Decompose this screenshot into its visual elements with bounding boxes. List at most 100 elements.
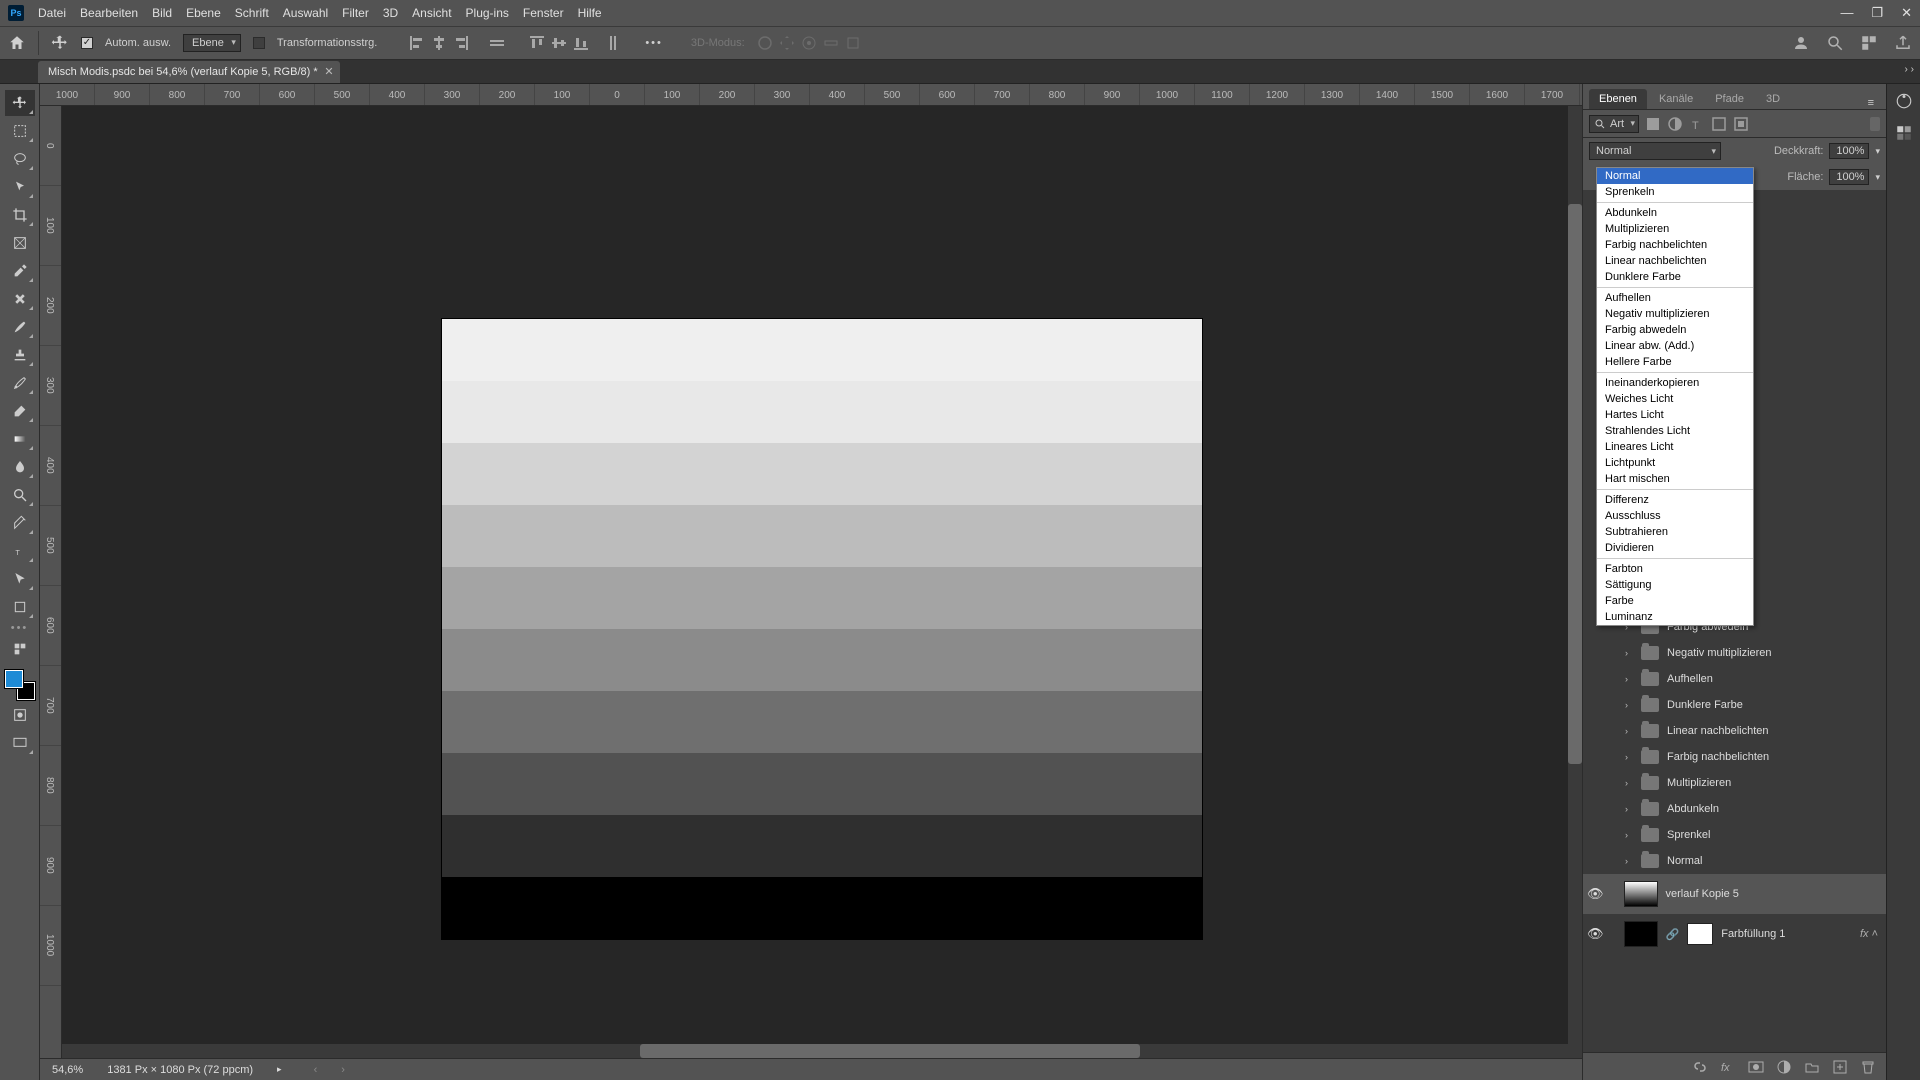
layer-thumbnail[interactable] (1624, 881, 1658, 907)
status-arrow[interactable]: ▸ (277, 1064, 282, 1075)
blend-mode-option[interactable]: Dividieren (1597, 540, 1753, 556)
shape-tool[interactable] (5, 594, 35, 620)
blend-mode-option[interactable]: Farbe (1597, 593, 1753, 609)
blend-mode-option[interactable]: Hellere Farbe (1597, 354, 1753, 370)
pen-tool[interactable] (5, 510, 35, 536)
align-center-h-icon[interactable] (431, 35, 447, 51)
tab-paths[interactable]: Pfade (1705, 89, 1754, 109)
opacity-arrow[interactable]: ▾ (1875, 146, 1880, 157)
expand-panels-icon[interactable]: › › (1905, 64, 1914, 75)
blend-mode-option[interactable]: Normal (1597, 168, 1753, 184)
fx-icon[interactable]: fx (1720, 1059, 1736, 1075)
healing-tool[interactable] (5, 286, 35, 312)
layer-folder[interactable]: ›Sprenkel (1583, 822, 1886, 848)
blend-mode-option[interactable]: Sättigung (1597, 577, 1753, 593)
layer-folder[interactable]: ›Dunklere Farbe (1583, 692, 1886, 718)
menu-layer[interactable]: Ebene (186, 6, 221, 20)
doc-dimensions[interactable]: 1381 Px × 1080 Px (72 ppcm) (107, 1064, 253, 1076)
blend-mode-option[interactable]: Differenz (1597, 492, 1753, 508)
scrollbar-horizontal-thumb[interactable] (640, 1044, 1140, 1058)
menu-view[interactable]: Ansicht (412, 6, 451, 20)
layer-folder[interactable]: ›Abdunkeln (1583, 796, 1886, 822)
menu-plugins[interactable]: Plug-ins (466, 6, 509, 20)
mask-icon[interactable] (1748, 1059, 1764, 1075)
status-prev[interactable]: ‹ (314, 1064, 318, 1076)
layer-mask[interactable] (1687, 923, 1713, 945)
scrollbar-vertical-thumb[interactable] (1568, 204, 1582, 764)
menu-window[interactable]: Fenster (523, 6, 564, 20)
share-icon[interactable] (1894, 34, 1912, 52)
filter-smart-icon[interactable] (1733, 116, 1749, 132)
tab-layers[interactable]: Ebenen (1589, 89, 1647, 109)
menu-image[interactable]: Bild (152, 6, 172, 20)
blend-mode-option[interactable]: Ausschluss (1597, 508, 1753, 524)
restore-button[interactable]: ❐ (1871, 5, 1883, 21)
blend-mode-option[interactable]: Dunklere Farbe (1597, 269, 1753, 285)
blend-mode-option[interactable]: Ineinanderkopieren (1597, 375, 1753, 391)
tab-channels[interactable]: Kanäle (1649, 89, 1703, 109)
blend-mode-option[interactable]: Lichtpunkt (1597, 455, 1753, 471)
delete-layer-icon[interactable] (1860, 1059, 1876, 1075)
blend-mode-option[interactable]: Farbig abwedeln (1597, 322, 1753, 338)
visibility-icon[interactable]: 👁 (1587, 926, 1604, 942)
quickmask-tool[interactable] (5, 702, 35, 728)
status-next[interactable]: › (341, 1064, 345, 1076)
color-panel-icon[interactable] (1895, 92, 1913, 110)
menu-3d[interactable]: 3D (383, 6, 398, 20)
menu-select[interactable]: Auswahl (283, 6, 328, 20)
panel-menu-icon[interactable]: ≡ (1868, 97, 1880, 109)
visibility-icon[interactable]: 👁 (1587, 886, 1604, 902)
menu-help[interactable]: Hilfe (578, 6, 602, 20)
layer-filter-kind[interactable]: Art (1589, 115, 1639, 133)
frame-tool[interactable] (5, 230, 35, 256)
blend-mode-option[interactable]: Abdunkeln (1597, 205, 1753, 221)
layer-folder[interactable]: ›Normal (1583, 848, 1886, 874)
link-layers-icon[interactable] (1692, 1059, 1708, 1075)
quick-select-tool[interactable] (5, 174, 35, 200)
brush-tool[interactable] (5, 314, 35, 340)
blend-mode-option[interactable]: Lineares Licht (1597, 439, 1753, 455)
3d-orbit-icon[interactable] (757, 35, 773, 51)
blend-mode-option[interactable]: Negativ multiplizieren (1597, 306, 1753, 322)
close-tab-icon[interactable]: ✕ (324, 65, 333, 78)
blend-mode-option[interactable]: Strahlendes Licht (1597, 423, 1753, 439)
blend-mode-option[interactable]: Multiplizieren (1597, 221, 1753, 237)
menu-type[interactable]: Schrift (235, 6, 269, 20)
search-icon[interactable] (1826, 34, 1844, 52)
document-tab[interactable]: Misch Modis.psdc bei 54,6% (verlauf Kopi… (38, 61, 340, 83)
fill-value[interactable]: 100% (1829, 169, 1869, 185)
zoom-level[interactable]: 54,6% (52, 1064, 83, 1076)
chevron-icon[interactable]: › (1625, 804, 1633, 814)
close-button[interactable]: ✕ (1901, 5, 1912, 21)
blend-mode-option[interactable]: Linear abw. (Add.) (1597, 338, 1753, 354)
filter-type-icon[interactable]: T (1689, 116, 1705, 132)
align-bottom-icon[interactable] (573, 35, 589, 51)
minimize-button[interactable]: — (1840, 5, 1853, 21)
type-tool[interactable]: T (5, 538, 35, 564)
home-icon[interactable] (8, 34, 26, 52)
layer-thumbnail[interactable] (1624, 921, 1658, 947)
blend-mode-option[interactable]: Aufhellen (1597, 290, 1753, 306)
layer-fill[interactable]: 👁🔗Farbfüllung 1fx ˄ (1583, 914, 1886, 954)
crop-tool[interactable] (5, 202, 35, 228)
menu-file[interactable]: Datei (38, 6, 66, 20)
blend-mode-option[interactable]: Linear nachbelichten (1597, 253, 1753, 269)
blend-mode-option[interactable]: Weiches Licht (1597, 391, 1753, 407)
menu-edit[interactable]: Bearbeiten (80, 6, 138, 20)
move-tool[interactable] (5, 90, 35, 116)
transform-checkbox[interactable] (253, 37, 265, 49)
align-right-icon[interactable] (453, 35, 469, 51)
color-swatches[interactable] (5, 670, 35, 700)
auto-select-checkbox[interactable]: ✓ (81, 37, 93, 49)
workspace-icon[interactable] (1860, 34, 1878, 52)
blend-mode-select[interactable]: Normal NormalSprenkelnAbdunkelnMultipliz… (1589, 142, 1721, 160)
dodge-tool[interactable] (5, 482, 35, 508)
filter-shape-icon[interactable] (1711, 116, 1727, 132)
marquee-tool[interactable] (5, 118, 35, 144)
chevron-icon[interactable]: › (1625, 830, 1633, 840)
blend-mode-option[interactable]: Sprenkeln (1597, 184, 1753, 200)
layer-folder[interactable]: ›Aufhellen (1583, 666, 1886, 692)
fill-arrow[interactable]: ▾ (1875, 172, 1880, 183)
distribute-h-icon[interactable] (489, 35, 505, 51)
more-icon[interactable]: ••• (645, 37, 663, 49)
